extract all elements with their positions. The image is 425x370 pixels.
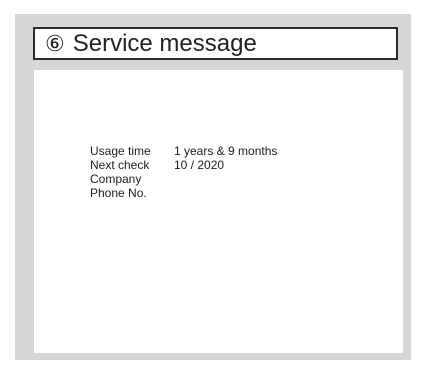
- next-check-label: Next check: [90, 158, 150, 172]
- usage-time-label: Usage time: [90, 144, 151, 158]
- usage-time-value: 1 years & 9 months: [174, 144, 278, 158]
- next-check-row: Next check 10 / 2020: [90, 158, 277, 172]
- service-info: Usage time 1 years & 9 months Next check…: [90, 144, 277, 200]
- phone-label: Phone No.: [90, 186, 147, 200]
- service-message-frame: ⑥ Service message Usage time 1 years & 9…: [15, 14, 411, 360]
- usage-time-row: Usage time 1 years & 9 months: [90, 144, 277, 158]
- step-number: ⑥: [45, 30, 65, 56]
- page-title: Service message: [72, 29, 257, 57]
- message-panel: Usage time 1 years & 9 months Next check…: [34, 70, 403, 353]
- company-row: Company: [90, 172, 277, 186]
- phone-row: Phone No.: [90, 186, 277, 200]
- company-label: Company: [90, 172, 142, 186]
- title-bar: ⑥ Service message: [33, 27, 398, 60]
- next-check-value: 10 / 2020: [174, 158, 225, 172]
